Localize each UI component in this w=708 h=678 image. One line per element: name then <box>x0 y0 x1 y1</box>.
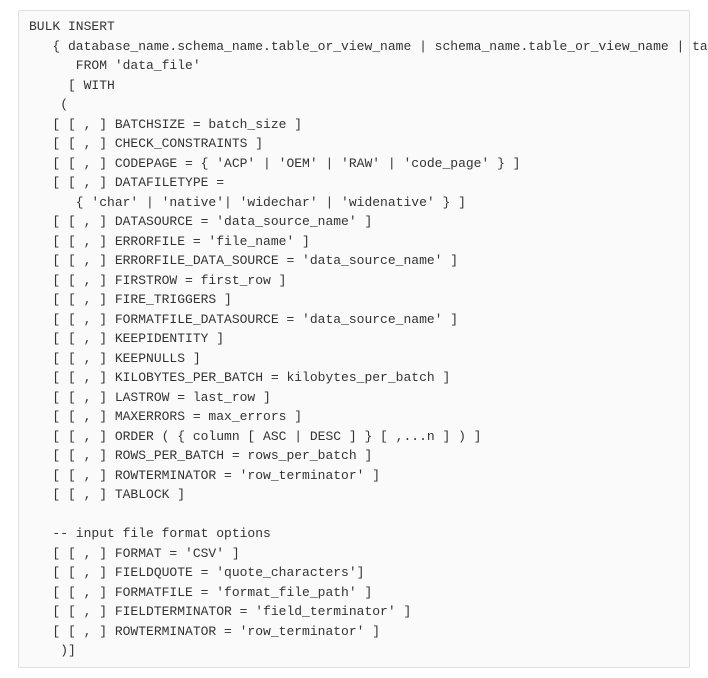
code-line: [ [ , ] CODEPAGE = { 'ACP' | 'OEM' | 'RA… <box>29 156 520 171</box>
code-line: [ [ , ] ROWTERMINATOR = 'row_terminator'… <box>29 624 380 639</box>
code-line: [ WITH <box>29 78 115 93</box>
code-line: [ [ , ] ROWS_PER_BATCH = rows_per_batch … <box>29 448 372 463</box>
code-line: )] <box>29 643 76 658</box>
code-line: FROM 'data_file' <box>29 58 201 73</box>
code-line: [ [ , ] ERRORFILE = 'file_name' ] <box>29 234 310 249</box>
code-line: { database_name.schema_name.table_or_vie… <box>29 39 708 54</box>
code-line: [ [ , ] CHECK_CONSTRAINTS ] <box>29 136 263 151</box>
code-line: ( <box>29 97 68 112</box>
code-line: [ [ , ] BATCHSIZE = batch_size ] <box>29 117 302 132</box>
code-line: BULK INSERT <box>29 19 115 34</box>
code-line: { 'char' | 'native'| 'widechar' | 'widen… <box>29 195 466 210</box>
code-line: [ [ , ] FIRE_TRIGGERS ] <box>29 292 232 307</box>
code-line: [ [ , ] DATASOURCE = 'data_source_name' … <box>29 214 372 229</box>
code-line: [ [ , ] FORMATFILE_DATASOURCE = 'data_so… <box>29 312 458 327</box>
code-line: [ [ , ] FORMATFILE = 'format_file_path' … <box>29 585 372 600</box>
sql-syntax-block: BULK INSERT { database_name.schema_name.… <box>18 10 690 668</box>
code-line: [ [ , ] KEEPNULLS ] <box>29 351 201 366</box>
code-line: [ [ , ] ERRORFILE_DATA_SOURCE = 'data_so… <box>29 253 458 268</box>
code-line: [ [ , ] ORDER ( { column [ ASC | DESC ] … <box>29 429 481 444</box>
code-line: [ [ , ] FIRSTROW = first_row ] <box>29 273 286 288</box>
code-line: [ [ , ] DATAFILETYPE = <box>29 175 224 190</box>
code-line: -- input file format options <box>29 526 271 541</box>
code-line: [ [ , ] FORMAT = 'CSV' ] <box>29 546 240 561</box>
code-line: [ [ , ] LASTROW = last_row ] <box>29 390 271 405</box>
code-line: [ [ , ] MAXERRORS = max_errors ] <box>29 409 302 424</box>
code-line: [ [ , ] ROWTERMINATOR = 'row_terminator'… <box>29 468 380 483</box>
code-line: [ [ , ] KEEPIDENTITY ] <box>29 331 224 346</box>
code-line: [ [ , ] FIELDQUOTE = 'quote_characters'] <box>29 565 364 580</box>
code-line: [ [ , ] KILOBYTES_PER_BATCH = kilobytes_… <box>29 370 450 385</box>
code-line: [ [ , ] FIELDTERMINATOR = 'field_termina… <box>29 604 411 619</box>
code-line: [ [ , ] TABLOCK ] <box>29 487 185 502</box>
